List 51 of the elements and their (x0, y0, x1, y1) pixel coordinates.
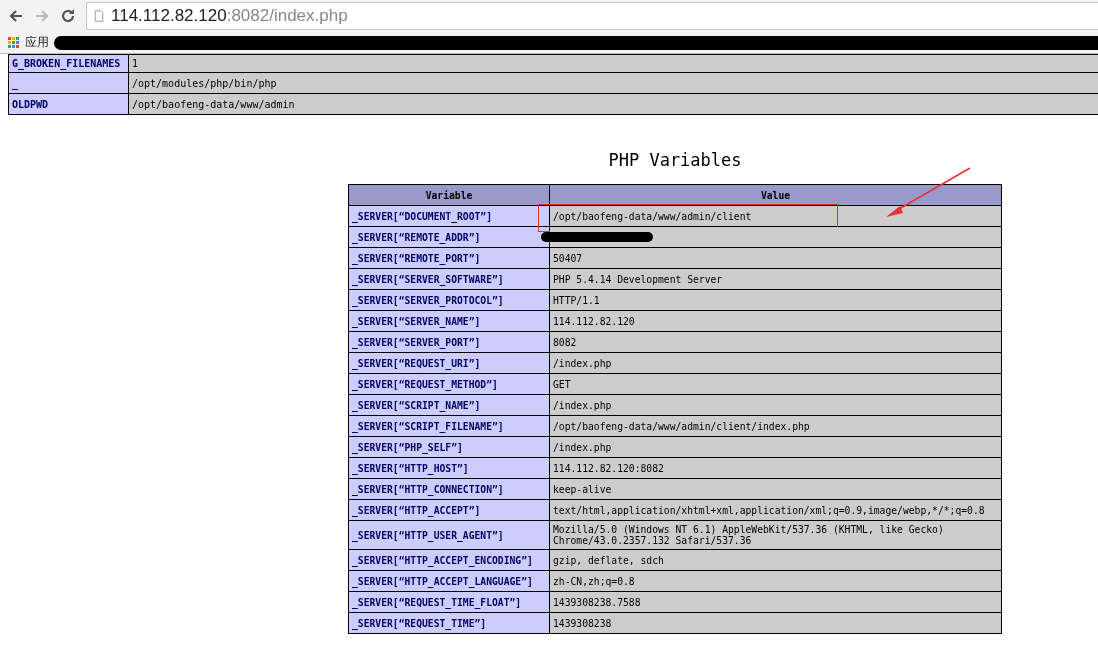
address-bar[interactable]: 114.112.82.120:8082/index.php (86, 2, 1098, 30)
variable-cell: _SERVER[“SERVER_PORT”] (348, 331, 550, 353)
value-cell: Mozilla/5.0 (Windows NT 6.1) AppleWebKit/537.36 (KHTML, like Gecko) Chrome/43.0.2357.132 Safari/537.36 (549, 520, 1002, 550)
column-header: Value (549, 184, 1002, 206)
bookmark-label[interactable]: 应用 (25, 34, 49, 51)
value-cell: text/html,application/xhtml+xml,application/xml;q=0.9,image/webp,*/*;q=0.8 (549, 499, 1002, 521)
value-cell: /opt/baofeng-data/www/admin (128, 93, 1098, 115)
variable-cell: _SERVER[“REQUEST_TIME_FLOAT”] (348, 591, 550, 613)
variable-cell: _SERVER[“SERVER_PROTOCOL”] (348, 289, 550, 311)
value-cell: 8082 (549, 331, 1002, 353)
value-cell: HTTP/1.1 (549, 289, 1002, 311)
variable-cell: _SERVER[“SERVER_SOFTWARE”] (348, 268, 550, 290)
reload-icon[interactable] (60, 8, 76, 24)
variable-cell: _SERVER[“HTTP_CONNECTION”] (348, 478, 550, 500)
variable-cell: _SERVER[“SERVER_NAME”] (348, 310, 550, 332)
value-cell: 1 (128, 54, 1098, 73)
value-cell: /index.php (549, 352, 1002, 374)
variable-cell: _SERVER[“HTTP_ACCEPT_LANGUAGE”] (348, 570, 550, 592)
variable-cell: _SERVER[“HTTP_HOST”] (348, 457, 550, 479)
variable-cell: _SERVER[“HTTP_ACCEPT”] (348, 499, 550, 521)
section-title: PHP Variables (607, 150, 743, 170)
value-cell: /opt/modules/php/bin/php (128, 72, 1098, 94)
variable-cell: _ (8, 72, 129, 94)
variable-cell: _SERVER[“SCRIPT_NAME”] (348, 394, 550, 416)
value-cell: gzip, deflate, sdch (549, 549, 1002, 571)
variable-cell: _SERVER[“REMOTE_PORT”] (348, 247, 550, 269)
page-icon (93, 8, 105, 24)
value-cell: keep-alive (549, 478, 1002, 500)
variable-cell: _SERVER[“REQUEST_URI”] (348, 352, 550, 374)
value-cell: /opt/baofeng-data/www/admin/client/index.php (549, 415, 1002, 437)
value-cell: 1439308238.7588 (549, 591, 1002, 613)
variable-cell: _SERVER[“REQUEST_METHOD”] (348, 373, 550, 395)
value-cell: 50407 (549, 247, 1002, 269)
value-cell: 114.112.82.120:8082 (549, 457, 1002, 479)
value-cell: zh-CN,zh;q=0.8 (549, 570, 1002, 592)
variable-cell: _SERVER[“HTTP_USER_AGENT”] (348, 520, 550, 550)
value-cell: 1439308238 (549, 612, 1002, 634)
value-cell: GET (549, 373, 1002, 395)
variable-cell: _SERVER[“REQUEST_TIME”] (348, 612, 550, 634)
value-cell: /index.php (549, 436, 1002, 458)
apps-icon[interactable] (8, 36, 20, 49)
variable-cell: G_BROKEN_FILENAMES (8, 54, 129, 73)
variable-cell: _SERVER[“SCRIPT_FILENAME”] (348, 415, 550, 437)
column-header: Variable (348, 184, 550, 206)
variable-cell: _SERVER[“PHP_SELF”] (348, 436, 550, 458)
variable-cell: OLDPWD (8, 93, 129, 115)
value-cell: PHP 5.4.14 Development Server (549, 268, 1002, 290)
value-cell: 114.112.82.120 (549, 310, 1002, 332)
back-icon[interactable] (8, 8, 24, 24)
value-cell: /index.php (549, 394, 1002, 416)
variable-cell: _SERVER[“HTTP_ACCEPT_ENCODING”] (348, 549, 550, 571)
